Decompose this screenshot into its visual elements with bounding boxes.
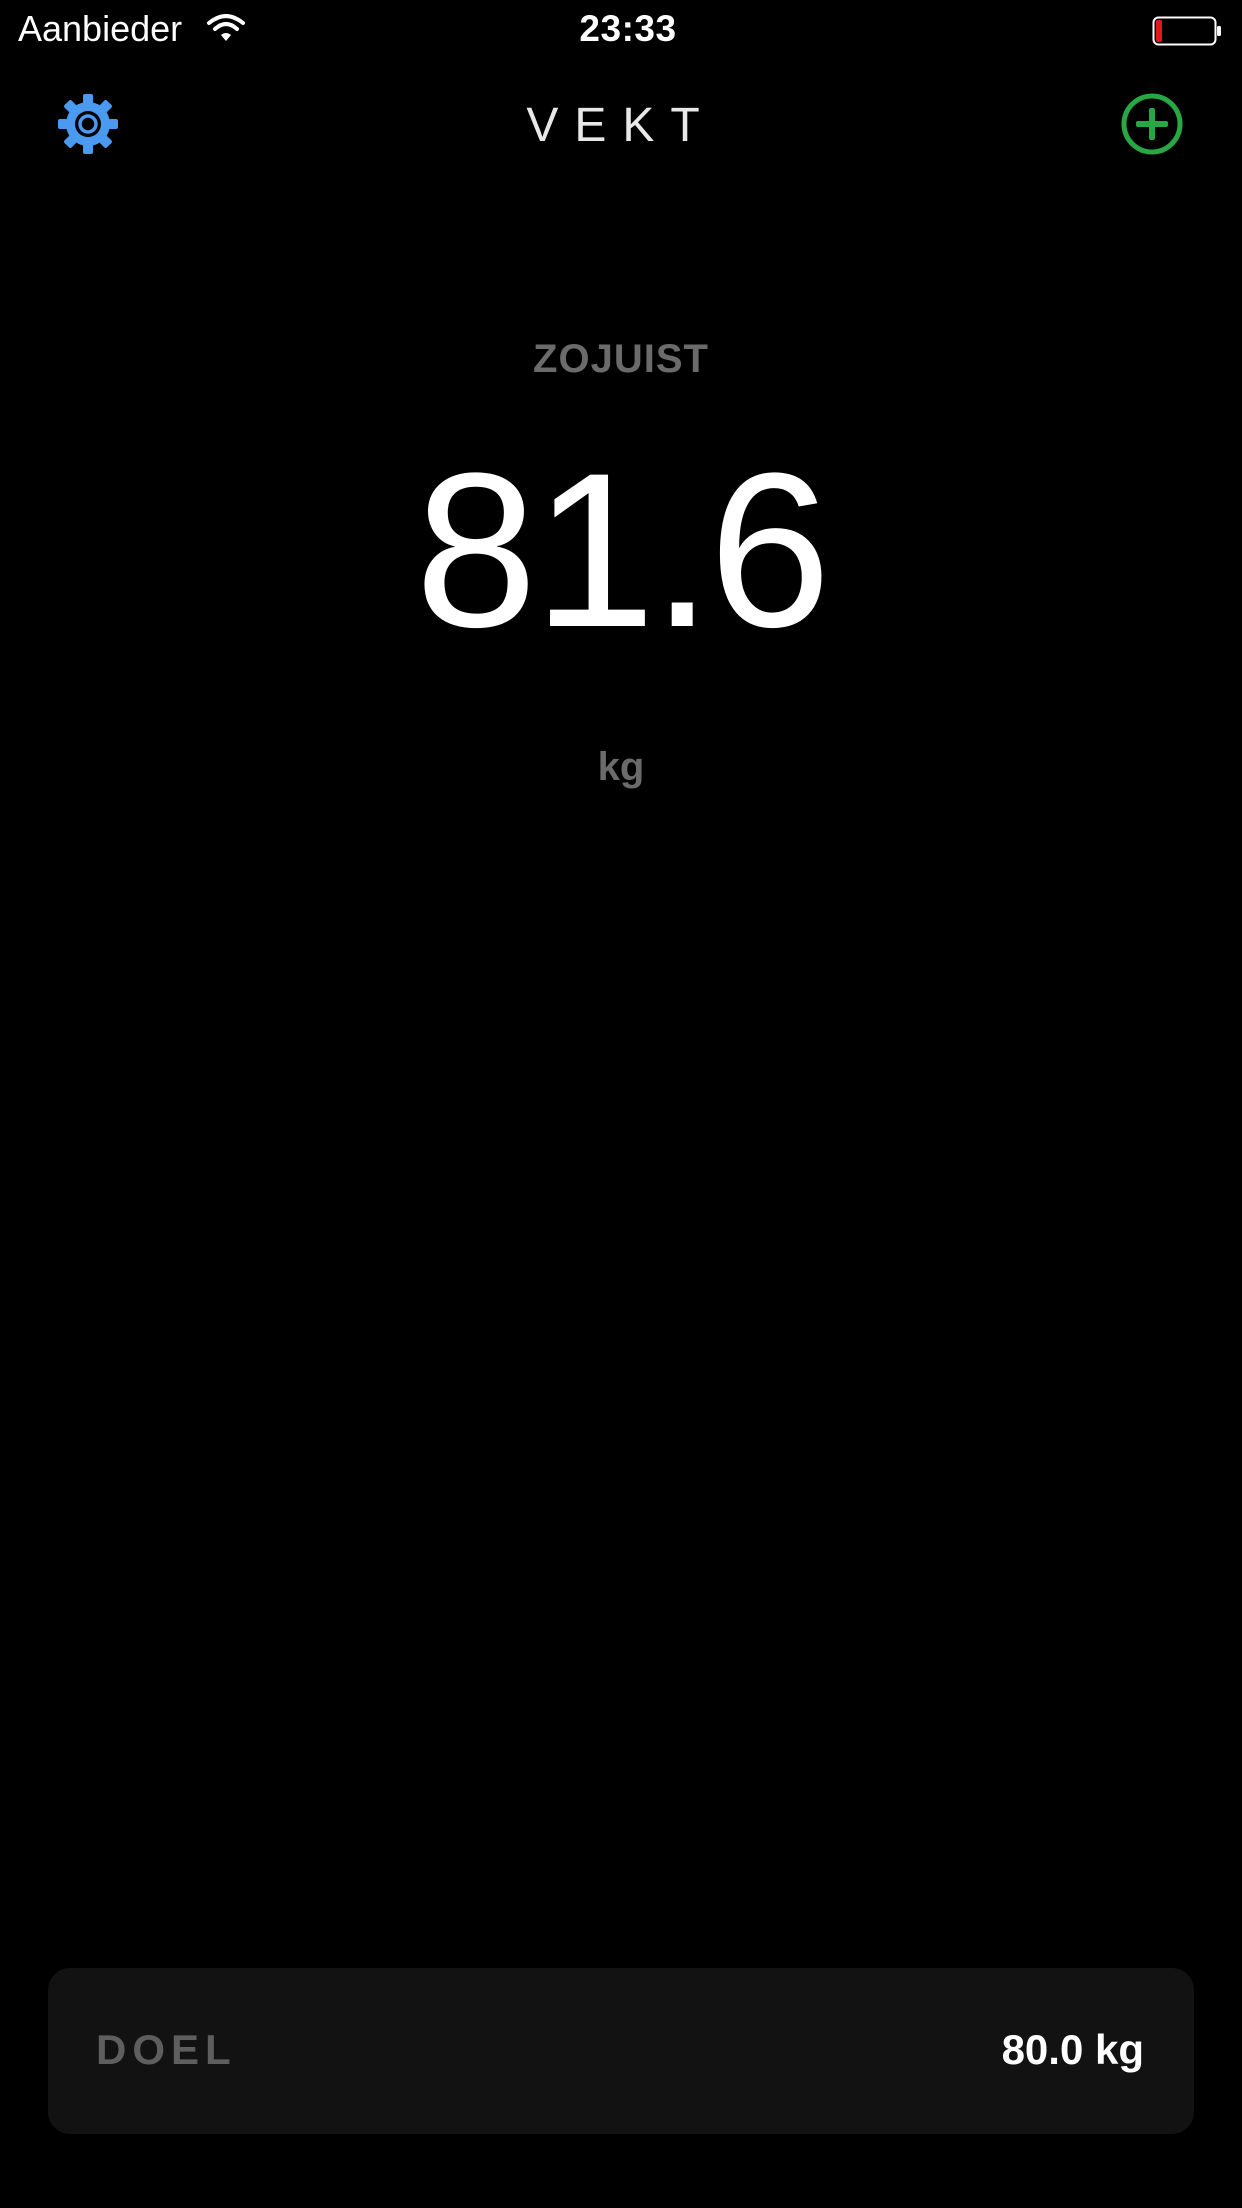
page-title: VEKT [526,99,716,152]
clock-text: 23:33 [579,8,677,49]
measurement-timestamp: ZOJUIST [533,337,709,381]
goal-label: DOEL [96,2026,237,2073]
goal-value: 80.0 kg [1001,2026,1144,2073]
status-clock: 23:33 [0,8,1242,50]
status-bar: Aanbieder 23:33 [0,0,1242,60]
goal-card[interactable]: DOEL 80.0 kg [48,1968,1194,2134]
weight-unit: kg [597,745,645,789]
plus-circle-icon [1121,93,1183,155]
battery-low-icon [1152,16,1222,46]
current-weight-value: 81.6 [414,427,831,673]
add-entry-button[interactable] [1120,92,1184,156]
